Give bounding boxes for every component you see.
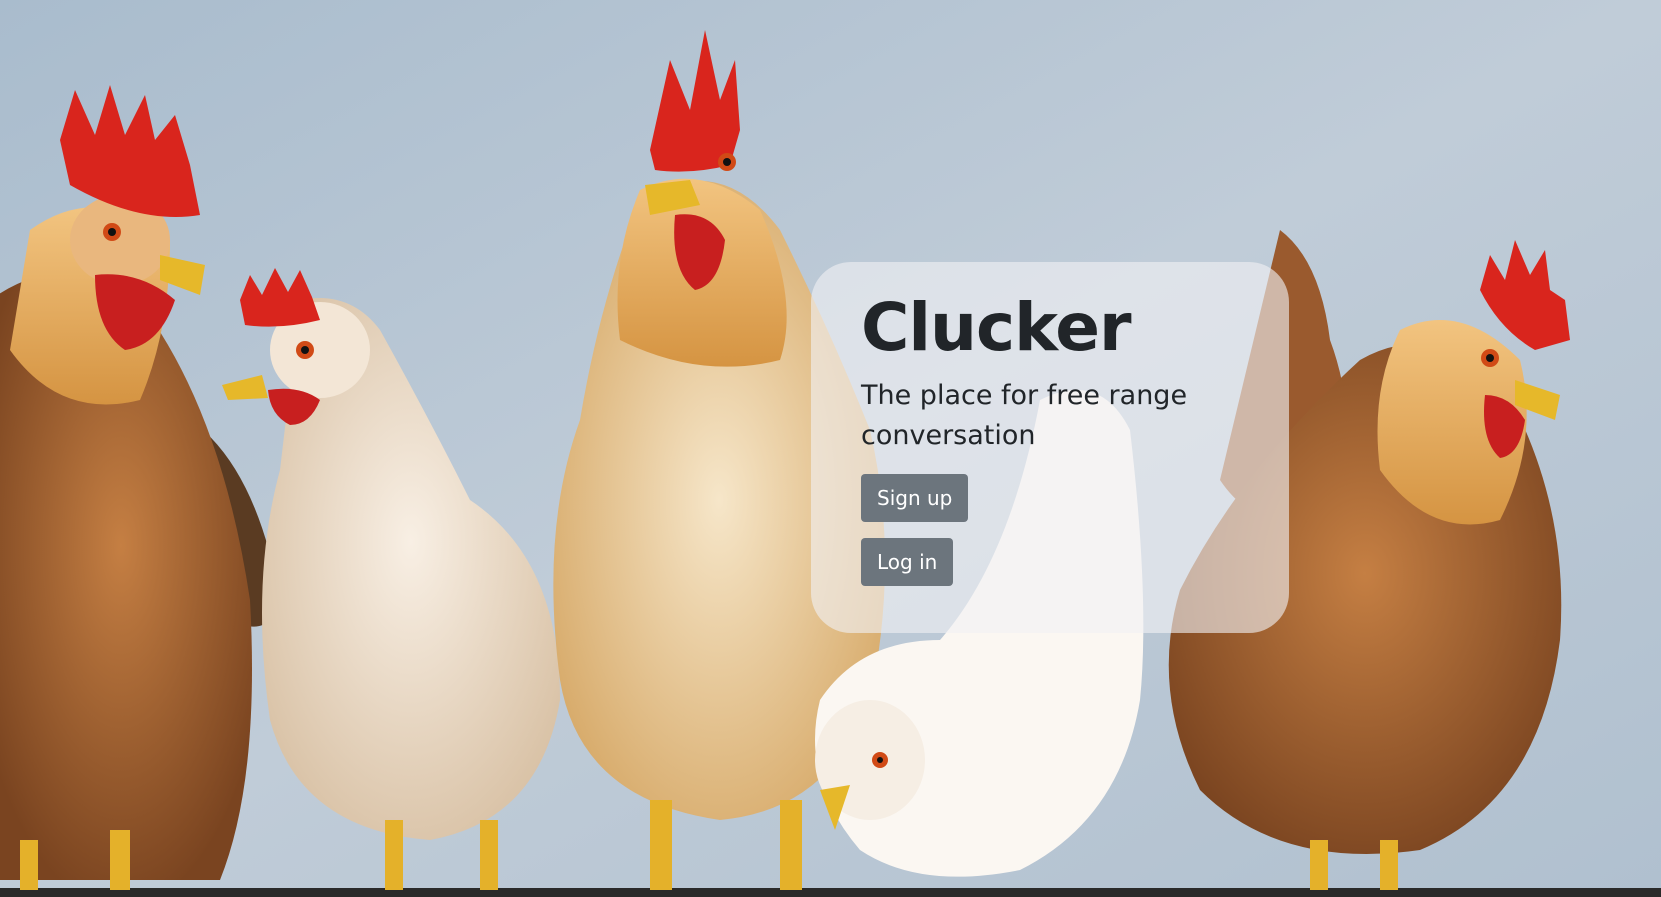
welcome-card: Clucker The place for free range convers… <box>811 262 1289 633</box>
app-tagline: The place for free range conversation <box>861 379 1188 451</box>
signup-button[interactable]: Sign up <box>861 473 969 522</box>
login-button[interactable]: Log in <box>861 537 954 586</box>
app-title: Clucker <box>861 289 1132 366</box>
